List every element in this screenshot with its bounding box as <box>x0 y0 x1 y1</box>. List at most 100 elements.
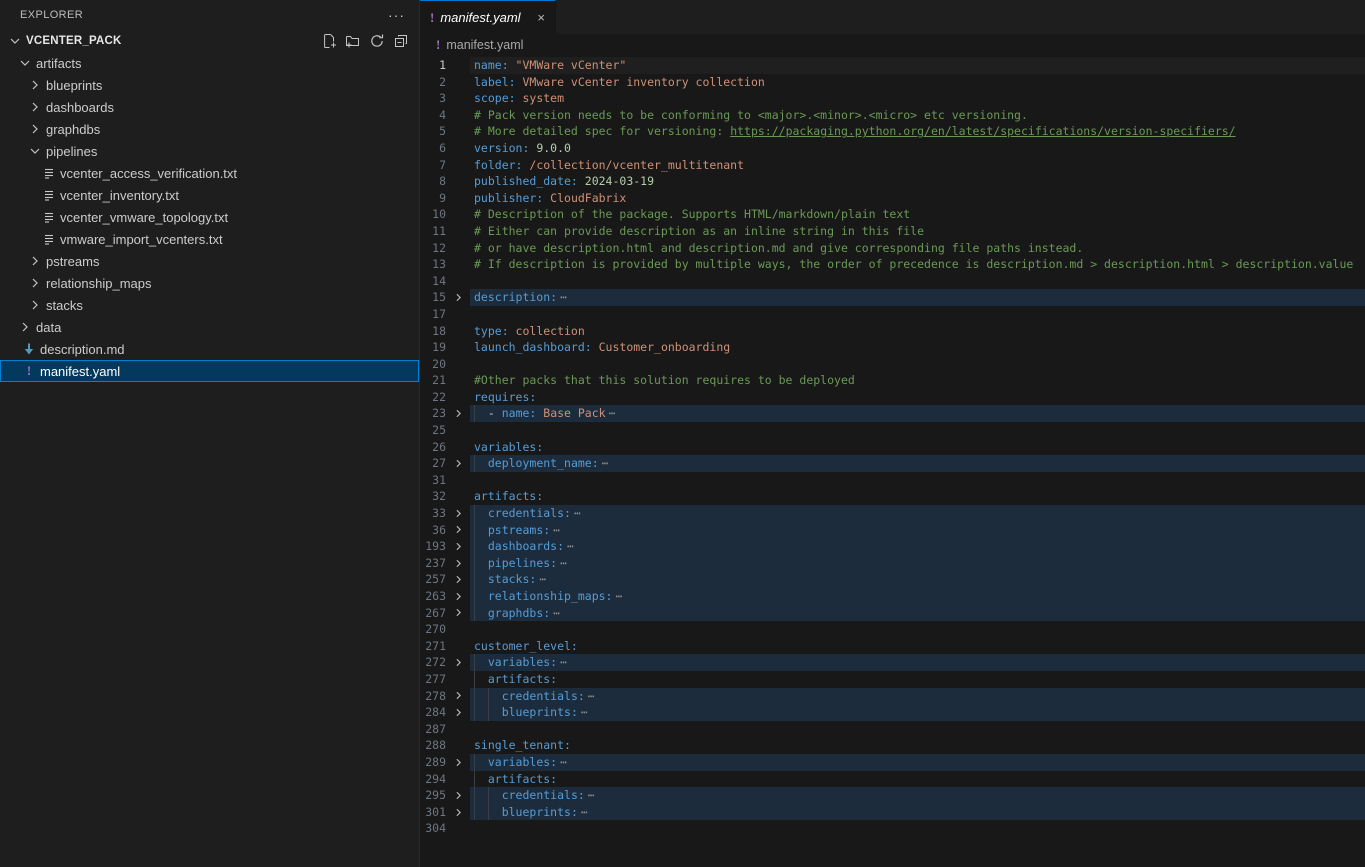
code-line-content[interactable]: variables: <box>470 439 1365 456</box>
code-line-content[interactable]: dashboards:⋯ <box>470 538 1365 555</box>
fold-chevron-icon[interactable] <box>446 787 470 804</box>
folded-region-badge[interactable]: ⋯ <box>560 755 566 769</box>
tree-item-description-md[interactable]: description.md <box>0 338 419 360</box>
tree-item-pipelines[interactable]: pipelines <box>0 140 419 162</box>
chevron-right-icon[interactable] <box>26 297 44 313</box>
code-line-content[interactable]: pstreams:⋯ <box>470 522 1365 539</box>
code-line-content[interactable]: variables:⋯ <box>470 754 1365 771</box>
tree-item-vmware-import-vcenters-txt[interactable]: vmware_import_vcenters.txt <box>0 228 419 250</box>
fold-chevron-icon[interactable] <box>446 405 470 422</box>
fold-chevron-icon[interactable] <box>446 605 470 622</box>
code-line-content[interactable] <box>470 621 1365 638</box>
code-line-content[interactable]: customer_level: <box>470 638 1365 655</box>
code-line-content[interactable]: name: "VMWare vCenter" <box>470 57 1365 74</box>
fold-chevron-icon[interactable] <box>446 538 470 555</box>
fold-chevron-icon[interactable] <box>446 505 470 522</box>
folded-region-badge[interactable]: ⋯ <box>560 556 566 570</box>
code-line-content[interactable]: # Description of the package. Supports H… <box>470 206 1365 223</box>
folded-region-badge[interactable]: ⋯ <box>609 406 615 420</box>
code-line-content[interactable]: artifacts: <box>470 671 1365 688</box>
tab-manifest-yaml[interactable]: ! manifest.yaml × <box>420 0 556 34</box>
code-line-content[interactable]: variables:⋯ <box>470 654 1365 671</box>
code-line-content[interactable]: - name: Base Pack⋯ <box>470 405 1365 422</box>
code-line-content[interactable] <box>470 422 1365 439</box>
code-line-content[interactable]: artifacts: <box>470 488 1365 505</box>
chevron-down-icon[interactable] <box>6 33 24 49</box>
chevron-down-icon[interactable] <box>26 143 44 159</box>
chevron-right-icon[interactable] <box>26 253 44 269</box>
code-line-content[interactable]: stacks:⋯ <box>470 571 1365 588</box>
new-folder-icon[interactable] <box>343 31 363 51</box>
fold-chevron-icon[interactable] <box>446 704 470 721</box>
fold-chevron-icon[interactable] <box>446 654 470 671</box>
tree-item-dashboards[interactable]: dashboards <box>0 96 419 118</box>
folded-region-badge[interactable]: ⋯ <box>588 788 594 802</box>
more-actions-icon[interactable]: ··· <box>388 10 405 20</box>
fold-chevron-icon[interactable] <box>446 455 470 472</box>
fold-chevron-icon[interactable] <box>446 571 470 588</box>
tree-item-vcenter-access-verification-txt[interactable]: vcenter_access_verification.txt <box>0 162 419 184</box>
tree-item-vcenter-pack-root[interactable]: VCENTER_PACK <box>0 30 419 52</box>
chevron-right-icon[interactable] <box>16 319 34 335</box>
code-line-content[interactable]: description:⋯ <box>470 289 1365 306</box>
folded-region-badge[interactable]: ⋯ <box>560 655 566 669</box>
tree-item-artifacts[interactable]: artifacts <box>0 52 419 74</box>
code-line-content[interactable]: publisher: CloudFabrix <box>470 190 1365 207</box>
folded-region-badge[interactable]: ⋯ <box>615 589 621 603</box>
fold-chevron-icon[interactable] <box>446 804 470 821</box>
code-line-content[interactable] <box>470 820 1365 837</box>
tree-item-data[interactable]: data <box>0 316 419 338</box>
code-line-content[interactable]: # Pack version needs to be conforming to… <box>470 107 1365 124</box>
tree-item-pstreams[interactable]: pstreams <box>0 250 419 272</box>
collapse-all-icon[interactable] <box>391 31 411 51</box>
folded-region-badge[interactable]: ⋯ <box>560 290 566 304</box>
code-line-content[interactable] <box>470 721 1365 738</box>
folded-region-badge[interactable]: ⋯ <box>581 705 587 719</box>
tree-item-manifest-yaml[interactable]: !manifest.yaml <box>0 360 419 382</box>
code-line-content[interactable]: artifacts: <box>470 771 1365 788</box>
chevron-right-icon[interactable] <box>26 77 44 93</box>
chevron-right-icon[interactable] <box>26 121 44 137</box>
tree-item-graphdbs[interactable]: graphdbs <box>0 118 419 140</box>
fold-chevron-icon[interactable] <box>446 555 470 572</box>
code-line-content[interactable]: blueprints:⋯ <box>470 704 1365 721</box>
code-line-content[interactable] <box>470 306 1365 323</box>
folded-region-badge[interactable]: ⋯ <box>581 805 587 819</box>
code-line-content[interactable] <box>470 356 1365 373</box>
tree-item-blueprints[interactable]: blueprints <box>0 74 419 96</box>
fold-chevron-icon[interactable] <box>446 754 470 771</box>
code-line-content[interactable]: # If description is provided by multiple… <box>470 256 1365 273</box>
chevron-right-icon[interactable] <box>26 99 44 115</box>
tree-item-vcenter-vmware-topology-txt[interactable]: vcenter_vmware_topology.txt <box>0 206 419 228</box>
chevron-right-icon[interactable] <box>26 275 44 291</box>
code-line-content[interactable]: launch_dashboard: Customer_onboarding <box>470 339 1365 356</box>
folded-region-badge[interactable]: ⋯ <box>553 523 559 537</box>
code-line-content[interactable]: version: 9.0.0 <box>470 140 1365 157</box>
code-line-content[interactable]: credentials:⋯ <box>470 688 1365 705</box>
folded-region-badge[interactable]: ⋯ <box>574 506 580 520</box>
tree-item-relationship-maps[interactable]: relationship_maps <box>0 272 419 294</box>
code-line-content[interactable]: deployment_name:⋯ <box>470 455 1365 472</box>
fold-chevron-icon[interactable] <box>446 289 470 306</box>
code-line-content[interactable] <box>470 472 1365 489</box>
code-line-content[interactable]: #Other packs that this solution requires… <box>470 372 1365 389</box>
fold-chevron-icon[interactable] <box>446 688 470 705</box>
fold-chevron-icon[interactable] <box>446 522 470 539</box>
code-line-content[interactable]: single_tenant: <box>470 737 1365 754</box>
code-line-content[interactable]: # or have description.html and descripti… <box>470 240 1365 257</box>
tree-item-stacks[interactable]: stacks <box>0 294 419 316</box>
close-tab-icon[interactable]: × <box>535 10 547 25</box>
folded-region-badge[interactable]: ⋯ <box>539 572 545 586</box>
code-line-content[interactable]: # More detailed spec for versioning: htt… <box>470 123 1365 140</box>
code-line-content[interactable]: credentials:⋯ <box>470 505 1365 522</box>
code-line-content[interactable]: pipelines:⋯ <box>470 555 1365 572</box>
chevron-down-icon[interactable] <box>16 55 34 71</box>
code-line-content[interactable]: folder: /collection/vcenter_multitenant <box>470 157 1365 174</box>
tree-item-vcenter-inventory-txt[interactable]: vcenter_inventory.txt <box>0 184 419 206</box>
new-file-icon[interactable] <box>319 31 339 51</box>
code-line-content[interactable]: relationship_maps:⋯ <box>470 588 1365 605</box>
folded-region-badge[interactable]: ⋯ <box>602 456 608 470</box>
code-line-content[interactable]: # Either can provide description as an i… <box>470 223 1365 240</box>
refresh-icon[interactable] <box>367 31 387 51</box>
code-line-content[interactable]: credentials:⋯ <box>470 787 1365 804</box>
